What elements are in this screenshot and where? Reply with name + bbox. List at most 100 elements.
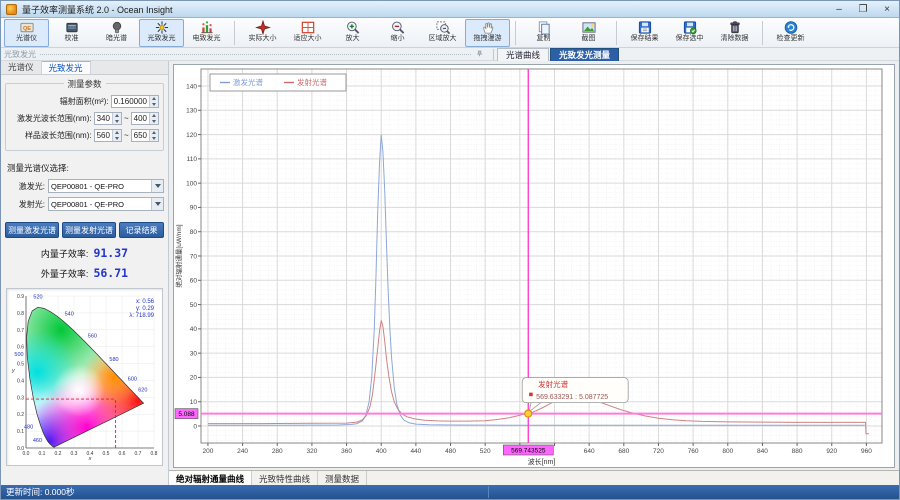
toolbar-button-label: 适应大小 [294,35,322,43]
chart-canvas[interactable]: 2002402803203604004404805206406807207608… [173,64,895,468]
toolbar-button-el-bars[interactable]: 电致发光 [184,19,229,47]
toolbar-button-zoom-out[interactable]: 缩小 [375,19,420,47]
panel-tab[interactable]: 光致发光 [42,61,91,74]
update-glyph [783,20,799,35]
chart-panel: 2002402803203604004404805206406807207608… [169,61,899,485]
close-button[interactable]: × [880,4,894,15]
svg-text:920: 920 [826,448,837,455]
toolbar-button-update[interactable]: 检查更新 [768,19,813,47]
calibrate-glyph [64,20,80,35]
svg-text:y: y [11,368,16,374]
toolbar-button-save-sel[interactable]: 保存选中 [667,19,712,47]
svg-text:0.3: 0.3 [17,395,24,401]
copy-icon [536,20,552,35]
svg-text:520: 520 [480,448,491,455]
save-sel-glyph [682,20,698,35]
spectrometer-select-row: 激发光:QEP00801 - QE-PRO [5,179,164,193]
spin-input[interactable]: 0.160000 [111,95,159,108]
svg-text:130: 130 [186,108,197,115]
chevron-down-icon[interactable] [151,198,163,210]
trash-icon [727,20,743,35]
spin-input[interactable]: 400 [131,112,159,125]
spectrometer-dropdown[interactable]: QEP00801 - QE-PRO [48,179,164,193]
chart-view-tab[interactable]: 光致特性曲线 [252,471,318,485]
spin-down-icon[interactable] [113,136,121,142]
toolbar-button-screenshot[interactable]: 截图 [566,19,611,47]
toolbar-button-pan-hand[interactable]: 拖拽漫游 [465,19,510,47]
fit-size-glyph [300,20,316,35]
save-sel-icon [682,20,698,35]
qe-device-glyph: QE [19,20,35,35]
toolbar-button-zoom-in[interactable]: 放大 [330,19,375,47]
svg-text:0.8: 0.8 [17,311,24,317]
toolbar-button-qe-device[interactable]: QE光谱仪 [4,19,49,47]
measure-button[interactable]: 测量激发光谱 [5,222,59,238]
toolbar-button-zoom-region[interactable]: 区域放大 [420,19,465,47]
panel-tabs: 光谱仪光致发光 [1,61,168,75]
toolbar-button-fit-size[interactable]: 适应大小 [285,19,330,47]
range-separator: ~ [124,131,129,140]
panel-tab[interactable]: 光谱仪 [1,61,42,74]
window-controls: – ❐ × [832,4,894,15]
spin-input[interactable]: 650 [131,129,159,142]
control-panel: 光谱仪光致发光 测量参数 辐射面积(m²):0.160000激发光波长范围(nm… [1,61,169,485]
measure-button[interactable]: 测量发射光谱 [62,222,116,238]
svg-text:发射光谱: 发射光谱 [538,379,568,389]
toolbar-button-copy[interactable]: 复制 [521,19,566,47]
svg-text:460: 460 [33,438,42,444]
pin-glyph [475,49,487,60]
efficiency-result-row: 内量子效率:91.37 [1,246,168,260]
toolbar-button-save[interactable]: 保存结果 [622,19,667,47]
spin-down-icon[interactable] [150,119,158,125]
toolbar-button-label: 检查更新 [777,35,805,43]
toolbar-button-label: 复制 [537,35,551,43]
toolbar-button-label: 拖拽漫游 [474,35,502,43]
status-bar: 更新时间: 0.000秒 [1,485,899,499]
chart-view-tab[interactable]: 绝对辐射通量曲线 [169,471,252,485]
chart-view-tab[interactable]: 测量数据 [318,471,367,485]
save-icon [637,20,653,35]
toolbar-separator [234,21,235,45]
svg-text:540: 540 [65,311,74,317]
spin-value: 560 [95,130,112,141]
status-update-time: 更新时间: 0.000秒 [1,486,489,498]
measure-button[interactable]: 记录结果 [119,222,164,238]
minimize-button[interactable]: – [832,4,846,15]
toolbar-button-trash[interactable]: 清除数据 [712,19,757,47]
dock-divider-line [40,54,471,55]
svg-text:640: 640 [584,448,595,455]
document-tab[interactable]: 光致发光测量 [550,48,619,61]
spin-value: 0.160000 [112,96,149,107]
svg-text:600: 600 [128,376,137,382]
spin-down-icon[interactable] [150,136,158,142]
chevron-down-icon[interactable] [151,180,163,192]
spin-input[interactable]: 340 [94,112,122,125]
title-bar: 量子效率测量系统 2.0 - Ocean Insight – ❐ × [1,1,899,18]
toolbar-button-dark-bulb[interactable]: 暗光谱 [94,19,139,47]
maximize-button[interactable]: ❐ [856,4,870,15]
toolbar-button-actual-size[interactable]: 实际大小 [240,19,285,47]
spectrometer-dropdown[interactable]: QEP00801 - QE-PRO [48,197,164,211]
el-bars-glyph [199,20,215,35]
svg-text:0.4: 0.4 [17,378,24,384]
svg-text:0: 0 [193,423,197,430]
spin-down-icon[interactable] [113,119,121,125]
toolbar-button-calibrate[interactable]: 校准 [49,19,94,47]
param-row: 样品波长范围(nm):560~650 [10,129,159,142]
zoom-in-glyph [345,20,361,35]
zoom-in-icon [345,20,361,35]
spin-value: 340 [95,113,112,124]
svg-text:10: 10 [190,399,198,406]
svg-text:280: 280 [272,448,283,455]
spin-down-icon[interactable] [150,102,158,108]
document-tab[interactable]: 光谱曲线 [497,48,549,61]
action-buttons: 测量激发光谱测量发射光谱记录结果 [5,222,164,238]
spin-input[interactable]: 560 [94,129,122,142]
range-separator: ~ [124,114,129,123]
svg-text:240: 240 [237,448,248,455]
toolbar-button-label: 放大 [346,35,360,43]
efficiency-label: 内量子效率: [41,247,89,260]
toolbar-button-pl-burst[interactable]: 光致发光 [139,19,184,47]
pin-icon[interactable] [475,49,487,60]
toolbar-button-label: 清除数据 [721,35,749,43]
